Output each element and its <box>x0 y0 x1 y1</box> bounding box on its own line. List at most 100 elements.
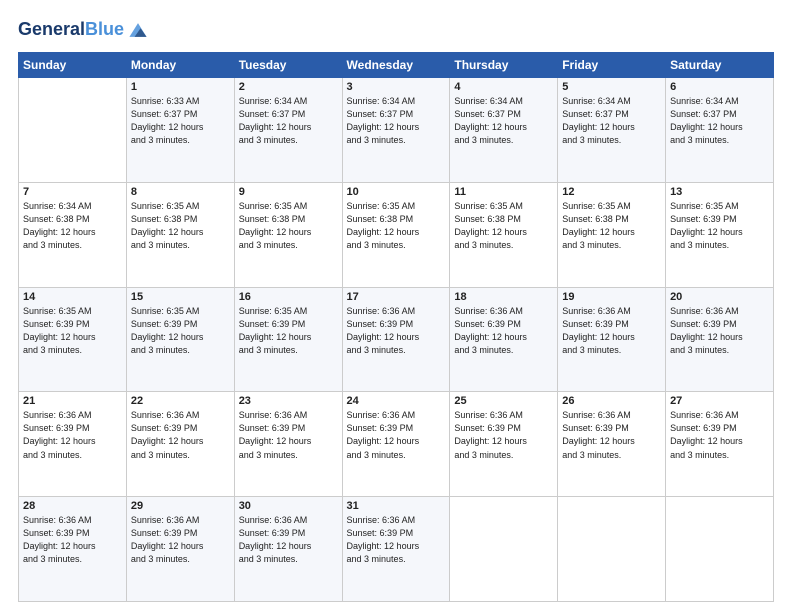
day-number: 7 <box>23 186 122 198</box>
day-number: 27 <box>670 395 769 407</box>
day-number: 4 <box>454 81 553 93</box>
day-info: Sunrise: 6:34 AMSunset: 6:37 PMDaylight:… <box>347 95 446 147</box>
calendar-cell: 14 Sunrise: 6:35 AMSunset: 6:39 PMDayligh… <box>19 287 127 392</box>
logo-text: GeneralBlue <box>18 20 124 40</box>
calendar-cell: 21 Sunrise: 6:36 AMSunset: 6:39 PMDayligh… <box>19 392 127 497</box>
day-info: Sunrise: 6:35 AMSunset: 6:38 PMDaylight:… <box>562 200 661 252</box>
day-header-friday: Friday <box>558 53 666 78</box>
day-header-saturday: Saturday <box>666 53 774 78</box>
day-number: 13 <box>670 186 769 198</box>
week-row-1: 1 Sunrise: 6:33 AMSunset: 6:37 PMDaylight… <box>19 78 774 183</box>
day-number: 21 <box>23 395 122 407</box>
day-number: 8 <box>131 186 230 198</box>
day-info: Sunrise: 6:35 AMSunset: 6:39 PMDaylight:… <box>23 305 122 357</box>
day-number: 1 <box>131 81 230 93</box>
day-number: 19 <box>562 291 661 303</box>
calendar-cell <box>450 497 558 602</box>
day-info: Sunrise: 6:36 AMSunset: 6:39 PMDaylight:… <box>454 305 553 357</box>
day-number: 2 <box>239 81 338 93</box>
day-number: 9 <box>239 186 338 198</box>
day-number: 10 <box>347 186 446 198</box>
day-info: Sunrise: 6:34 AMSunset: 6:37 PMDaylight:… <box>670 95 769 147</box>
day-number: 3 <box>347 81 446 93</box>
calendar-cell: 27 Sunrise: 6:36 AMSunset: 6:39 PMDayligh… <box>666 392 774 497</box>
day-header-wednesday: Wednesday <box>342 53 450 78</box>
day-number: 11 <box>454 186 553 198</box>
calendar-cell: 29 Sunrise: 6:36 AMSunset: 6:39 PMDayligh… <box>126 497 234 602</box>
calendar-cell: 1 Sunrise: 6:33 AMSunset: 6:37 PMDaylight… <box>126 78 234 183</box>
week-row-2: 7 Sunrise: 6:34 AMSunset: 6:38 PMDaylight… <box>19 182 774 287</box>
calendar-cell: 5 Sunrise: 6:34 AMSunset: 6:37 PMDaylight… <box>558 78 666 183</box>
day-info: Sunrise: 6:35 AMSunset: 6:38 PMDaylight:… <box>131 200 230 252</box>
day-info: Sunrise: 6:34 AMSunset: 6:37 PMDaylight:… <box>562 95 661 147</box>
day-info: Sunrise: 6:34 AMSunset: 6:37 PMDaylight:… <box>454 95 553 147</box>
calendar-cell: 17 Sunrise: 6:36 AMSunset: 6:39 PMDayligh… <box>342 287 450 392</box>
calendar-cell: 30 Sunrise: 6:36 AMSunset: 6:39 PMDayligh… <box>234 497 342 602</box>
day-number: 30 <box>239 500 338 512</box>
day-info: Sunrise: 6:34 AMSunset: 6:37 PMDaylight:… <box>239 95 338 147</box>
calendar-cell: 22Sunrise: 6:36 AMSunset: 6:39 PMDayligh… <box>126 392 234 497</box>
day-number: 25 <box>454 395 553 407</box>
calendar-cell: 25 Sunrise: 6:36 AMSunset: 6:39 PMDayligh… <box>450 392 558 497</box>
logo: GeneralBlue <box>18 18 150 42</box>
day-number: 20 <box>670 291 769 303</box>
day-number: 14 <box>23 291 122 303</box>
day-number: 6 <box>670 81 769 93</box>
day-number: 23 <box>239 395 338 407</box>
day-number: 17 <box>347 291 446 303</box>
logo-icon <box>126 18 150 42</box>
day-header-monday: Monday <box>126 53 234 78</box>
calendar-cell: 31 Sunrise: 6:36 AMSunset: 6:39 PMDayligh… <box>342 497 450 602</box>
day-number: 31 <box>347 500 446 512</box>
day-number: 26 <box>562 395 661 407</box>
calendar-cell: 15 Sunrise: 6:35 AMSunset: 6:39 PMDayligh… <box>126 287 234 392</box>
calendar-cell <box>666 497 774 602</box>
day-number: 18 <box>454 291 553 303</box>
calendar-cell: 23 Sunrise: 6:36 AMSunset: 6:39 PMDayligh… <box>234 392 342 497</box>
calendar-cell: 26Sunrise: 6:36 AMSunset: 6:39 PMDayligh… <box>558 392 666 497</box>
calendar-cell <box>19 78 127 183</box>
day-info: Sunrise: 6:36 AMSunset: 6:39 PMDaylight:… <box>347 305 446 357</box>
calendar-cell: 4 Sunrise: 6:34 AMSunset: 6:37 PMDaylight… <box>450 78 558 183</box>
calendar-cell: 20 Sunrise: 6:36 AMSunset: 6:39 PMDayligh… <box>666 287 774 392</box>
day-number: 24 <box>347 395 446 407</box>
calendar-page: GeneralBlue SundayMondayTuesdayWednesday… <box>0 0 792 612</box>
calendar-cell: 2 Sunrise: 6:34 AMSunset: 6:37 PMDaylight… <box>234 78 342 183</box>
calendar-cell: 10 Sunrise: 6:35 AMSunset: 6:38 PMDayligh… <box>342 182 450 287</box>
calendar-cell: 13Sunrise: 6:35 AMSunset: 6:39 PMDayligh… <box>666 182 774 287</box>
day-info: Sunrise: 6:36 AMSunset: 6:39 PMDaylight:… <box>347 514 446 566</box>
day-number: 28 <box>23 500 122 512</box>
calendar-cell <box>558 497 666 602</box>
day-number: 12 <box>562 186 661 198</box>
day-info: Sunrise: 6:36 AMSunset: 6:39 PMDaylight:… <box>454 409 553 461</box>
day-info: Sunrise: 6:36 AMSunset: 6:39 PMDaylight:… <box>239 514 338 566</box>
day-info: Sunrise: 6:36 AMSunset: 6:39 PMDaylight:… <box>239 409 338 461</box>
day-info: Sunrise: 6:35 AMSunset: 6:38 PMDaylight:… <box>454 200 553 252</box>
day-info: Sunrise: 6:36 AMSunset: 6:39 PMDaylight:… <box>670 409 769 461</box>
day-info: Sunrise: 6:36 AMSunset: 6:39 PMDaylight:… <box>670 305 769 357</box>
day-number: 5 <box>562 81 661 93</box>
day-info: Sunrise: 6:35 AMSunset: 6:39 PMDaylight:… <box>131 305 230 357</box>
day-info: Sunrise: 6:36 AMSunset: 6:39 PMDaylight:… <box>23 409 122 461</box>
calendar-cell: 6 Sunrise: 6:34 AMSunset: 6:37 PMDaylight… <box>666 78 774 183</box>
day-header-tuesday: Tuesday <box>234 53 342 78</box>
day-header-sunday: Sunday <box>19 53 127 78</box>
day-info: Sunrise: 6:36 AMSunset: 6:39 PMDaylight:… <box>131 514 230 566</box>
week-row-3: 14 Sunrise: 6:35 AMSunset: 6:39 PMDayligh… <box>19 287 774 392</box>
day-info: Sunrise: 6:36 AMSunset: 6:39 PMDaylight:… <box>23 514 122 566</box>
calendar-cell: 12 Sunrise: 6:35 AMSunset: 6:38 PMDayligh… <box>558 182 666 287</box>
day-number: 22 <box>131 395 230 407</box>
calendar-cell: 7 Sunrise: 6:34 AMSunset: 6:38 PMDaylight… <box>19 182 127 287</box>
week-row-4: 21 Sunrise: 6:36 AMSunset: 6:39 PMDayligh… <box>19 392 774 497</box>
day-info: Sunrise: 6:33 AMSunset: 6:37 PMDaylight:… <box>131 95 230 147</box>
calendar-cell: 19Sunrise: 6:36 AMSunset: 6:39 PMDayligh… <box>558 287 666 392</box>
calendar-cell: 8 Sunrise: 6:35 AMSunset: 6:38 PMDaylight… <box>126 182 234 287</box>
calendar-cell: 24Sunrise: 6:36 AMSunset: 6:39 PMDayligh… <box>342 392 450 497</box>
day-number: 29 <box>131 500 230 512</box>
day-info: Sunrise: 6:35 AMSunset: 6:38 PMDaylight:… <box>347 200 446 252</box>
day-info: Sunrise: 6:34 AMSunset: 6:38 PMDaylight:… <box>23 200 122 252</box>
day-number: 15 <box>131 291 230 303</box>
day-header-thursday: Thursday <box>450 53 558 78</box>
calendar-header-row: SundayMondayTuesdayWednesdayThursdayFrid… <box>19 53 774 78</box>
day-info: Sunrise: 6:35 AMSunset: 6:38 PMDaylight:… <box>239 200 338 252</box>
